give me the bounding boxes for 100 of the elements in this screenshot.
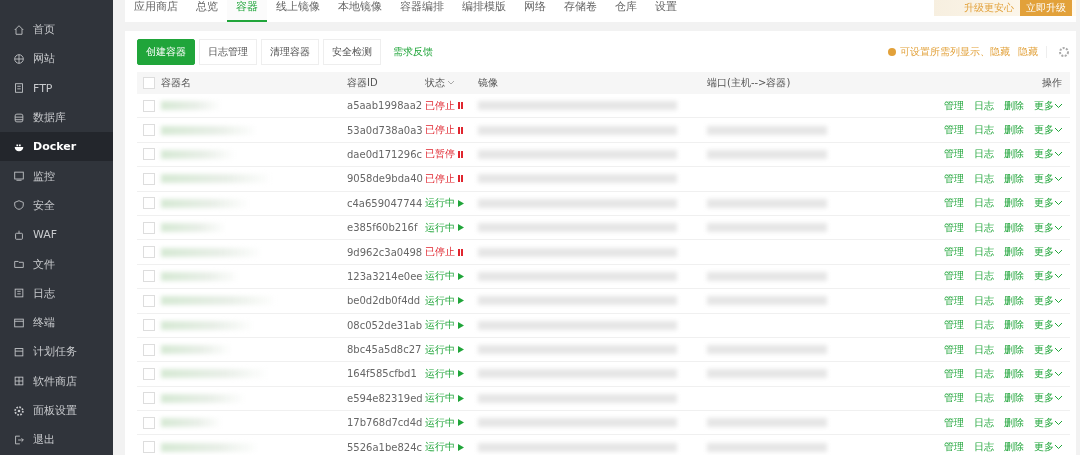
tab[interactable]: 应用商店 [125, 0, 187, 20]
manage-link[interactable]: 管理 [944, 342, 964, 357]
tab[interactable]: 本地镜像 [329, 0, 391, 20]
more-dropdown[interactable]: 更多 [1034, 293, 1062, 308]
checkbox[interactable] [143, 392, 155, 405]
more-dropdown[interactable]: 更多 [1034, 220, 1062, 235]
toolbar-button[interactable]: 安全检测 [323, 39, 381, 65]
sidebar-item[interactable]: 文件 [0, 249, 113, 279]
manage-link[interactable]: 管理 [944, 318, 964, 333]
toolbar-button[interactable]: 日志管理 [199, 39, 257, 65]
delete-link[interactable]: 删除 [1004, 220, 1024, 235]
more-dropdown[interactable]: 更多 [1034, 245, 1062, 260]
sidebar-item[interactable]: WAF [0, 220, 113, 250]
sidebar-item[interactable]: 安全 [0, 190, 113, 221]
toolbar-button[interactable]: 创建容器 [137, 39, 195, 65]
delete-link[interactable]: 删除 [1004, 171, 1024, 186]
log-link[interactable]: 日志 [974, 269, 994, 284]
more-dropdown[interactable]: 更多 [1034, 171, 1062, 186]
checkbox[interactable] [143, 368, 155, 380]
log-link[interactable]: 日志 [974, 220, 994, 235]
sidebar-item[interactable]: 数据库 [0, 102, 113, 133]
delete-link[interactable]: 删除 [1004, 147, 1024, 162]
manage-link[interactable]: 管理 [944, 98, 964, 113]
manage-link[interactable]: 管理 [944, 220, 964, 235]
log-link[interactable]: 日志 [974, 342, 994, 357]
sidebar-item[interactable]: 日志 [0, 278, 113, 308]
column-header[interactable]: 状态 [425, 76, 445, 90]
delete-link[interactable]: 删除 [1004, 318, 1024, 333]
more-dropdown[interactable]: 更多 [1034, 147, 1062, 162]
settings-icon[interactable] [1046, 46, 1070, 58]
manage-link[interactable]: 管理 [944, 196, 964, 211]
checkbox[interactable] [143, 99, 155, 112]
checkbox[interactable] [143, 172, 155, 185]
checkbox[interactable] [143, 246, 155, 259]
sidebar-item[interactable]: 退出 [0, 425, 113, 455]
manage-link[interactable]: 管理 [944, 147, 964, 162]
sidebar-item[interactable]: 网站 [0, 44, 113, 74]
delete-link[interactable]: 删除 [1004, 367, 1024, 381]
log-link[interactable]: 日志 [974, 367, 994, 381]
checkbox[interactable] [143, 197, 155, 210]
sidebar-item[interactable]: 计划任务 [0, 337, 113, 367]
log-link[interactable]: 日志 [974, 196, 994, 211]
manage-link[interactable]: 管理 [944, 367, 964, 381]
manage-link[interactable]: 管理 [944, 269, 964, 284]
delete-link[interactable]: 删除 [1004, 391, 1024, 406]
tab[interactable]: 总览 [187, 0, 227, 20]
delete-link[interactable]: 删除 [1004, 440, 1024, 455]
log-link[interactable]: 日志 [974, 147, 994, 162]
manage-link[interactable]: 管理 [944, 440, 964, 455]
more-dropdown[interactable]: 更多 [1034, 318, 1062, 333]
delete-link[interactable]: 删除 [1004, 245, 1024, 260]
tab[interactable]: 编排模版 [453, 0, 515, 20]
more-dropdown[interactable]: 更多 [1034, 391, 1062, 406]
upgrade-button[interactable]: 立即升级 [1020, 0, 1072, 16]
tab[interactable]: 网络 [515, 0, 555, 20]
sidebar-item[interactable]: 终端 [0, 307, 113, 338]
delete-link[interactable]: 删除 [1004, 293, 1024, 308]
delete-link[interactable]: 删除 [1004, 123, 1024, 138]
log-link[interactable]: 日志 [974, 318, 994, 333]
more-dropdown[interactable]: 更多 [1034, 196, 1062, 211]
checkbox[interactable] [143, 124, 155, 137]
manage-link[interactable]: 管理 [944, 415, 964, 430]
sidebar-item[interactable]: 监控 [0, 161, 113, 191]
log-link[interactable]: 日志 [974, 440, 994, 455]
more-dropdown[interactable]: 更多 [1034, 98, 1062, 113]
log-link[interactable]: 日志 [974, 245, 994, 260]
manage-link[interactable]: 管理 [944, 123, 964, 138]
manage-link[interactable]: 管理 [944, 171, 964, 186]
tab[interactable]: 容器编排 [391, 0, 453, 20]
checkbox[interactable] [143, 441, 155, 454]
sidebar-item[interactable]: 首页 [0, 15, 113, 45]
tab[interactable]: 设置 [646, 0, 686, 20]
sidebar-item[interactable]: 面板设置 [0, 395, 113, 426]
delete-link[interactable]: 删除 [1004, 415, 1024, 430]
manage-link[interactable]: 管理 [944, 293, 964, 308]
manage-link[interactable]: 管理 [944, 245, 964, 260]
checkbox[interactable] [143, 416, 155, 429]
tab[interactable]: 线上镜像 [267, 0, 329, 20]
checkbox[interactable] [143, 343, 155, 356]
tab[interactable]: 容器 [227, 0, 267, 22]
checkbox[interactable] [143, 221, 155, 234]
hide-link[interactable]: 隐藏 [1018, 45, 1038, 59]
checkbox[interactable] [143, 294, 155, 307]
delete-link[interactable]: 删除 [1004, 98, 1024, 113]
delete-link[interactable]: 删除 [1004, 269, 1024, 284]
log-link[interactable]: 日志 [974, 415, 994, 430]
more-dropdown[interactable]: 更多 [1034, 123, 1062, 138]
sidebar-item[interactable]: FTP [0, 73, 113, 103]
checkbox[interactable] [143, 148, 155, 161]
more-dropdown[interactable]: 更多 [1034, 342, 1062, 357]
tab[interactable]: 存储卷 [555, 0, 606, 20]
sidebar-item[interactable]: 软件商店 [0, 366, 113, 396]
log-link[interactable]: 日志 [974, 391, 994, 406]
manage-link[interactable]: 管理 [944, 391, 964, 406]
log-link[interactable]: 日志 [974, 293, 994, 308]
tab[interactable]: 仓库 [606, 0, 646, 20]
more-dropdown[interactable]: 更多 [1034, 440, 1062, 455]
more-dropdown[interactable]: 更多 [1034, 415, 1062, 430]
log-link[interactable]: 日志 [974, 171, 994, 186]
checkbox[interactable] [143, 270, 155, 283]
